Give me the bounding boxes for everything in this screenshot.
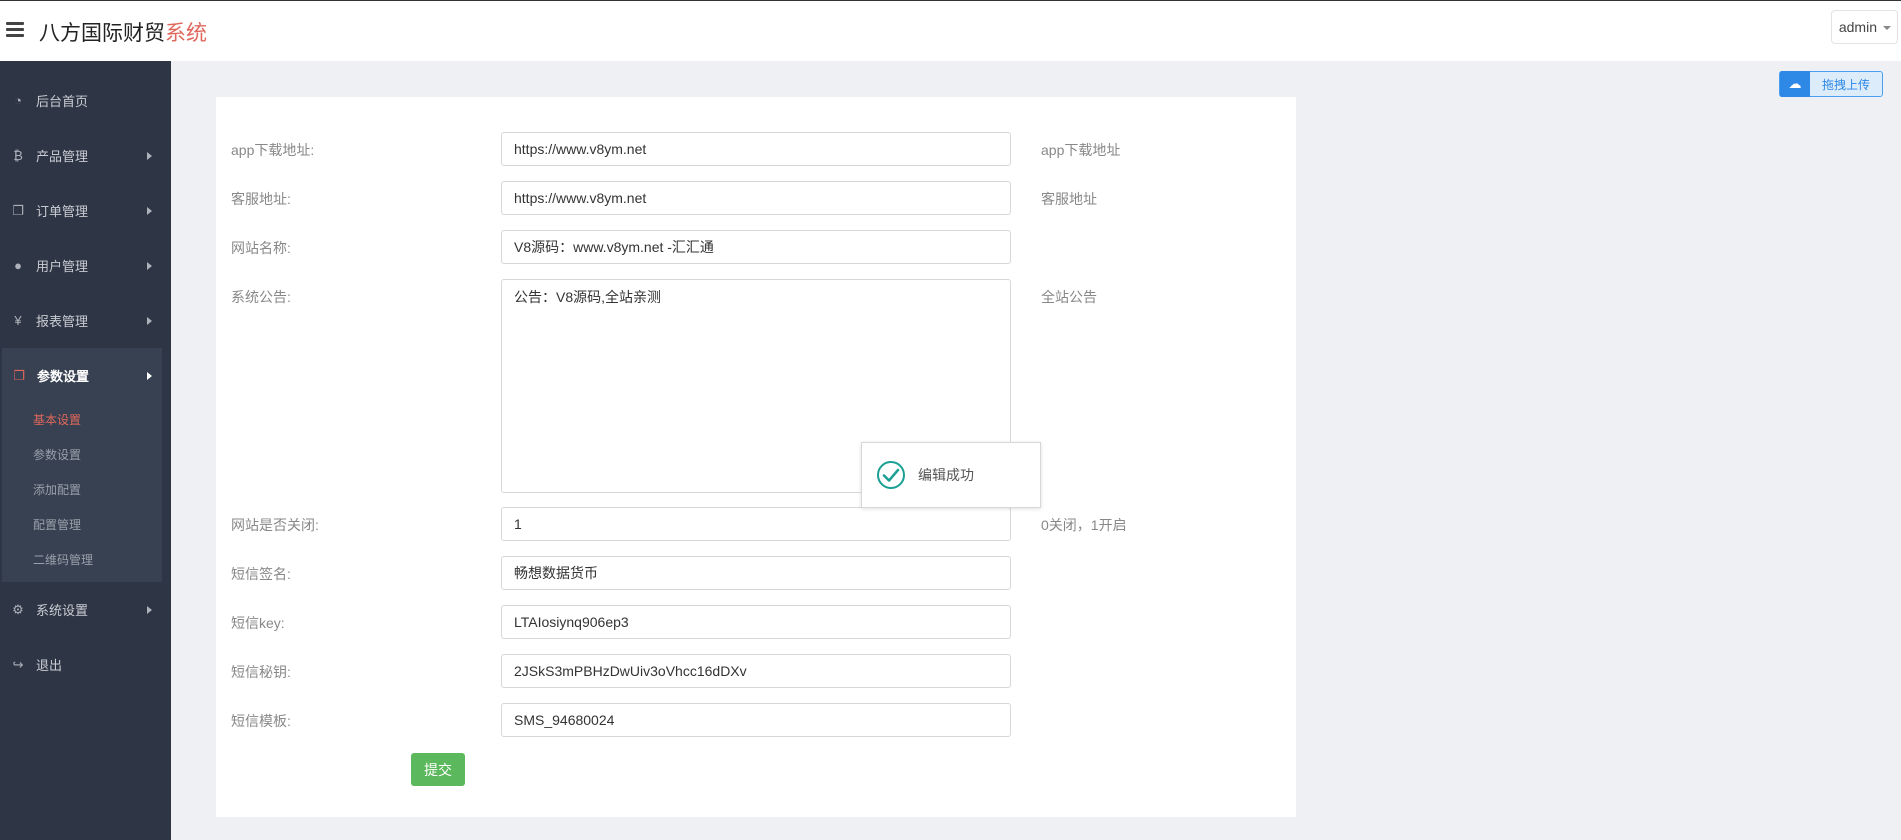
field-help: 全站公告: [1041, 289, 1097, 305]
submit-button[interactable]: 提交: [411, 753, 465, 786]
sidebar-item-system[interactable]: ⚙ 系统设置: [0, 582, 171, 637]
field-label: 网站名称:: [231, 240, 291, 256]
copy-icon: ❐: [12, 202, 24, 218]
app-title: 八方国际财贸系统: [39, 17, 207, 47]
field-help: app下载地址: [1041, 142, 1121, 158]
upload-button-label: 拖拽上传: [1821, 77, 1870, 92]
sidebar-item-dashboard[interactable]: ◔ 后台首页: [0, 73, 171, 128]
field-help: 客服地址: [1041, 191, 1097, 207]
gears-icon: ⚙: [12, 601, 24, 617]
field-label: 短信模板:: [231, 713, 291, 729]
top-bar: 八方国际财贸系统 admin: [0, 0, 1901, 61]
service-url-input[interactable]: [501, 181, 1011, 215]
sidebar-item-orders[interactable]: ❐ 订单管理: [0, 183, 171, 238]
sidebar-item-users[interactable]: ● 用户管理: [0, 238, 171, 293]
site-name-input[interactable]: [501, 230, 1011, 264]
sidebar-item-settings[interactable]: ❐ 参数设置: [2, 348, 162, 403]
chevron-right-icon: [147, 207, 152, 215]
chevron-right-icon: [147, 262, 152, 270]
sidebar-submenu: 基本设置 参数设置 添加配置 配置管理 二维码管理: [2, 403, 162, 582]
sms-template-input[interactable]: [501, 703, 1011, 737]
app-url-input[interactable]: [501, 132, 1011, 166]
brand-accent: 系统: [165, 21, 207, 45]
user-dropdown[interactable]: admin: [1830, 10, 1898, 44]
sidebar-group-settings: ❐ 参数设置 基本设置 参数设置 添加配置 配置管理 二维码管理: [2, 348, 162, 582]
submenu-item-config-manage[interactable]: 配置管理: [2, 508, 162, 543]
upload-button[interactable]: ☁ 拖拽上传: [1779, 71, 1883, 97]
dashboard-icon: ◔: [14, 93, 22, 108]
submenu-item-basic-settings[interactable]: 基本设置: [2, 403, 162, 438]
sidebar-item-label: 报表管理: [36, 314, 89, 329]
sidebar-item-label: 参数设置: [37, 369, 90, 384]
sidebar-item-label: 产品管理: [36, 149, 89, 164]
settings-form-panel: app下载地址: app下载地址 客服地址: 客服地址 网站名称: 系统公告: …: [216, 97, 1296, 817]
field-label: 短信key:: [231, 615, 285, 631]
check-circle-icon: [877, 461, 905, 489]
sidebar-item-label: 后台首页: [36, 94, 89, 109]
field-label: 短信秘钥:: [231, 664, 291, 680]
submenu-item-add-config[interactable]: 添加配置: [2, 473, 162, 508]
sidebar-item-logout[interactable]: ↪ 退出: [0, 637, 171, 692]
bitcoin-icon: ₿: [13, 148, 23, 163]
toast-message: 编辑成功: [918, 467, 974, 483]
field-label: app下载地址:: [231, 142, 315, 158]
menu-toggle-icon[interactable]: [6, 22, 24, 38]
cloud-upload-icon: ☁: [1780, 71, 1810, 97]
submenu-item-param-settings[interactable]: 参数设置: [2, 438, 162, 473]
success-toast: 编辑成功: [861, 442, 1041, 508]
sms-secret-input[interactable]: [501, 654, 1011, 688]
copy-icon: ❐: [13, 367, 25, 383]
chevron-right-icon: [147, 606, 152, 614]
user-icon: ●: [14, 258, 22, 273]
sidebar-item-label: 用户管理: [36, 259, 89, 274]
field-label: 系统公告:: [231, 289, 291, 305]
sidebar-item-products[interactable]: ₿ 产品管理: [0, 128, 171, 183]
field-label: 短信签名:: [231, 566, 291, 582]
chevron-right-icon: [147, 372, 152, 380]
user-name: admin: [1838, 19, 1877, 35]
sidebar-item-label: 系统设置: [36, 603, 89, 618]
sms-key-input[interactable]: [501, 605, 1011, 639]
sidebar-item-label: 退出: [36, 658, 63, 673]
sidebar-item-label: 订单管理: [36, 204, 89, 219]
field-help: 0关闭，1开启: [1041, 517, 1127, 533]
caret-down-icon: [1883, 26, 1891, 30]
sms-sign-input[interactable]: [501, 556, 1011, 590]
field-label: 网站是否关闭:: [231, 517, 319, 533]
site-closed-input[interactable]: [501, 507, 1011, 541]
brand-main: 八方国际财贸: [39, 21, 165, 45]
sidebar-item-reports[interactable]: ¥ 报表管理: [0, 293, 171, 348]
sign-out-icon: ↪: [12, 656, 24, 672]
sidebar: ◔ 后台首页 ₿ 产品管理 ❐ 订单管理 ● 用户管理 ¥ 报表管理 ❐ 参数设置 基本设置…: [0, 61, 171, 840]
field-label: 客服地址:: [231, 191, 291, 207]
chevron-right-icon: [147, 317, 152, 325]
yen-icon: ¥: [14, 313, 22, 328]
chevron-right-icon: [147, 152, 152, 160]
submenu-item-qrcode-manage[interactable]: 二维码管理: [2, 543, 162, 578]
